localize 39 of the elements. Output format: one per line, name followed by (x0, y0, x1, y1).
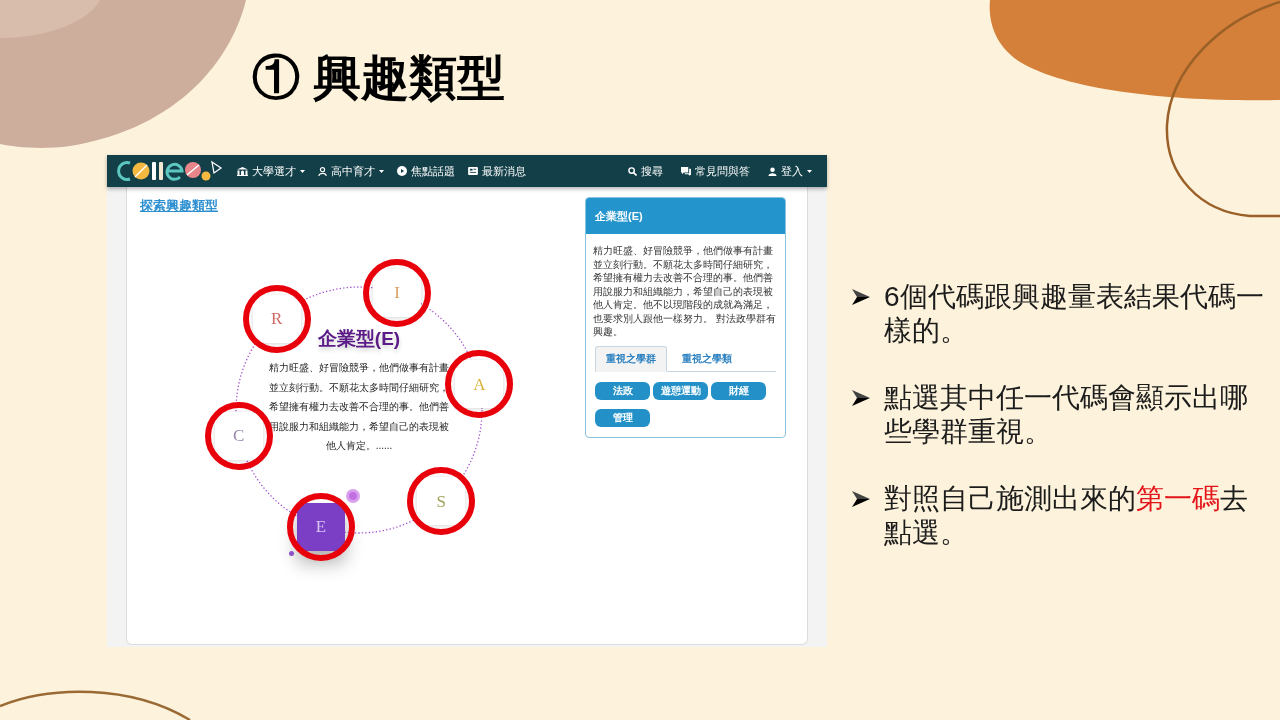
newspaper-icon (468, 167, 478, 175)
glow-dot-icon (345, 488, 361, 504)
tag-chip[interactable]: 法政 (595, 381, 650, 400)
type-node[interactable]: R (252, 294, 301, 343)
tag-chip[interactable]: 財經 (711, 381, 766, 400)
nav-menu-item[interactable]: 搜尋 (628, 164, 663, 178)
explore-link[interactable]: 探索興趣類型 (140, 197, 218, 215)
card-header: 企業型(E) (586, 198, 785, 234)
person-icon (318, 166, 327, 176)
nav-menu-item[interactable]: 最新消息 (468, 164, 526, 178)
type-node[interactable]: E (297, 502, 345, 551)
type-node[interactable]: A (455, 360, 504, 409)
type-node[interactable]: I (373, 269, 421, 317)
user-icon (768, 166, 777, 176)
tab[interactable]: 重視之學群 (595, 345, 667, 372)
arrowhead-bullet-icon (852, 390, 870, 406)
bullet-text: 對照自己施測出來的第一碼去點選。 (884, 482, 1249, 550)
type-node[interactable]: S (417, 477, 466, 526)
search-icon (628, 166, 637, 176)
type-node[interactable]: C (214, 411, 263, 460)
nav-menu-item[interactable]: 焦點話題 (397, 164, 455, 178)
tag-chip[interactable]: 遊憩運動 (653, 381, 708, 400)
bullet-text: 點選其中任一代碼會顯示出哪些學群重視。 (884, 381, 1249, 449)
nav-menu-item[interactable]: 大學選才 (237, 164, 305, 178)
arrowhead-bullet-icon (852, 289, 870, 305)
glow-dot-icon (289, 551, 294, 556)
tab[interactable]: 重視之學類 (671, 345, 743, 372)
slide-title: ① 興趣類型 (252, 50, 506, 106)
type-title: 企業型(E) (317, 327, 401, 351)
arrowhead-bullet-icon (852, 491, 870, 507)
tag-chip[interactable]: 管理 (595, 408, 650, 427)
play-icon (397, 166, 407, 176)
bullet-text: 6個代碼跟興趣量表結果代碼一樣的。 (884, 280, 1265, 348)
building-icon (237, 166, 248, 176)
chat-icon (681, 166, 691, 176)
nav-menu-item[interactable]: 登入 (768, 164, 812, 178)
card-description: 精力旺盛、好冒險競爭，他們做事有計畫並立刻行動。不願花太多時間仔細研究，希望擁有權力去改善不合理的事。他們善用說服力和組織能力，希望自己的表現被他人肯定。他不以現階段的成就為滿足，也要求別人跟他一樣努力。 對法政學群有興趣。 (593, 244, 777, 339)
nav-menu-item[interactable]: 常見問與答 (681, 164, 750, 178)
nav-menu-item[interactable]: 高中育才 (318, 164, 384, 178)
